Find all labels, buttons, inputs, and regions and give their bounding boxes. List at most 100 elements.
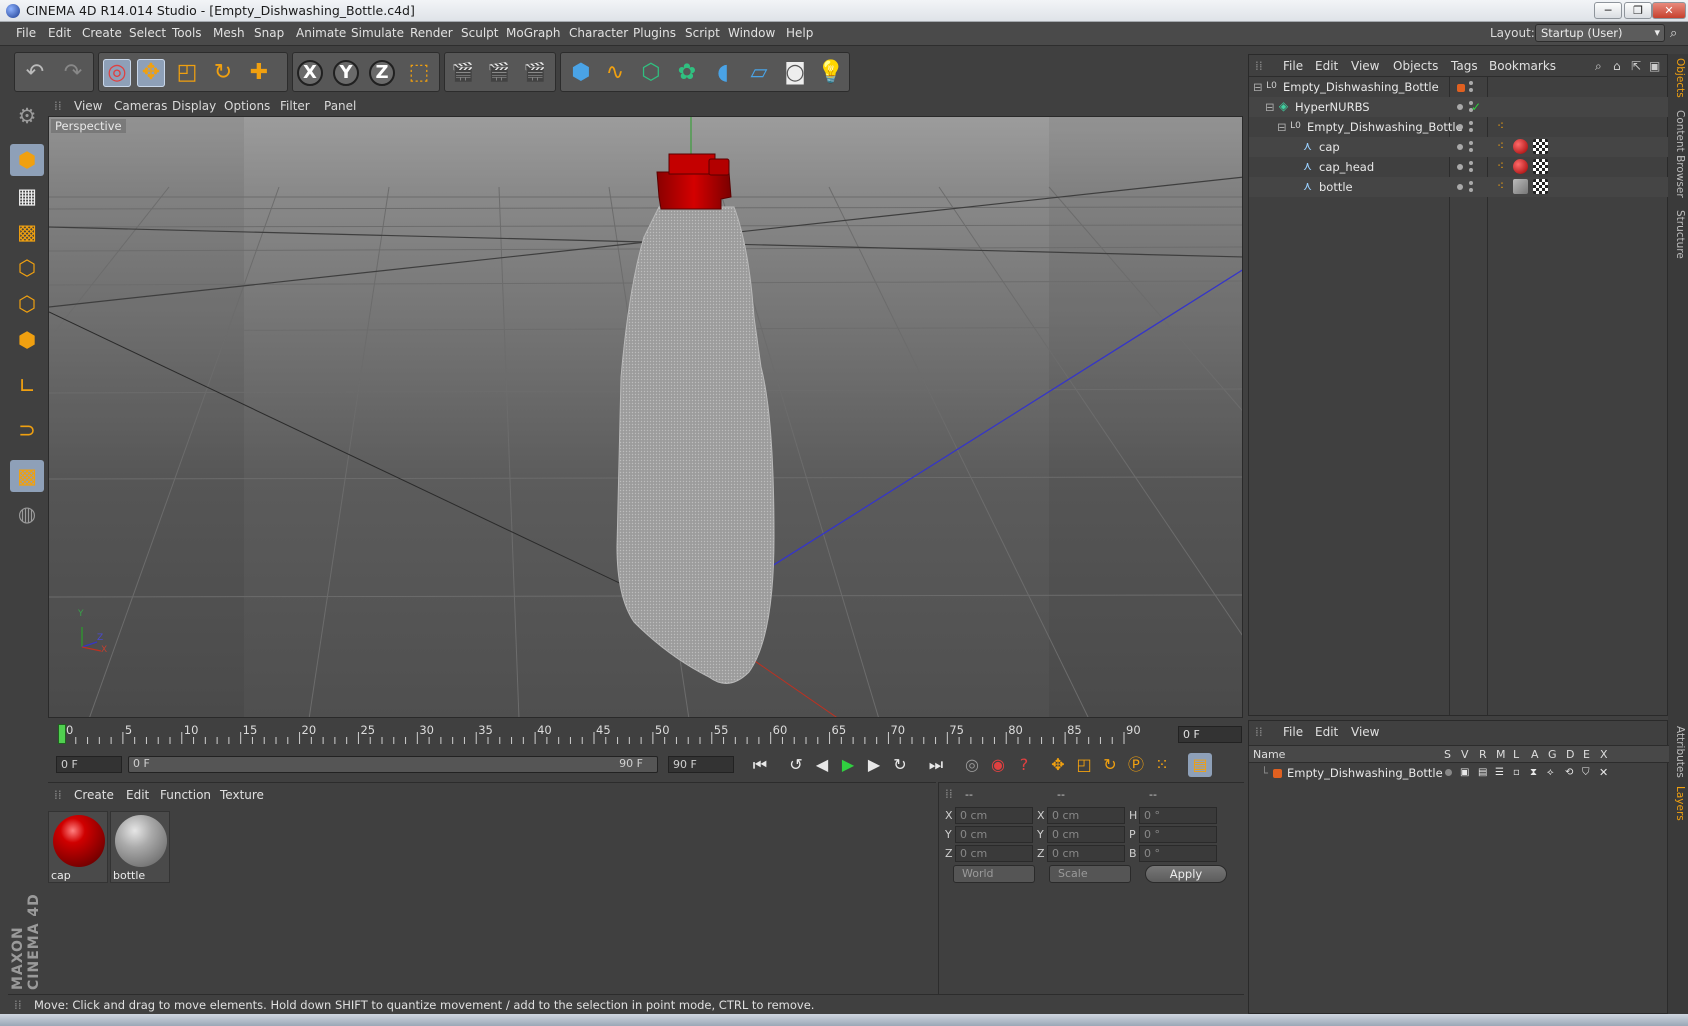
current-frame-field[interactable]: 0 F bbox=[1178, 726, 1242, 743]
rotation-b-field[interactable]: 0 ° bbox=[1139, 845, 1217, 862]
render-visibility-dot[interactable] bbox=[1469, 188, 1473, 192]
move-tool-icon[interactable]: ✥ bbox=[137, 59, 165, 87]
menu-simulate[interactable]: Simulate bbox=[351, 26, 404, 40]
previous-frame-icon[interactable]: ◀ bbox=[810, 753, 834, 777]
menu-character[interactable]: Character bbox=[569, 26, 628, 40]
perspective-viewport[interactable]: Y Z X Perspective bbox=[48, 116, 1243, 718]
timeline-icon[interactable]: ▤ bbox=[1188, 753, 1212, 777]
visibility-dots[interactable] bbox=[1457, 181, 1477, 193]
menu-select[interactable]: Select bbox=[129, 26, 166, 40]
object-row-root[interactable]: ⊟ L0 Empty_Dishwashing_Bottle bbox=[1249, 77, 1669, 97]
tab-layers[interactable]: Layers bbox=[1670, 786, 1686, 821]
object-search-icon[interactable]: ⌕ bbox=[1595, 59, 1602, 74]
layer-xref-icon[interactable]: ✕ bbox=[1599, 763, 1608, 783]
nurbs-icon[interactable]: ⬡ bbox=[637, 59, 665, 87]
workplane-icon[interactable]: ▩ bbox=[10, 216, 44, 248]
layer-animation-icon[interactable]: ⧗ bbox=[1530, 763, 1537, 783]
object-menu-objects[interactable]: Objects bbox=[1393, 59, 1438, 73]
phong-tag-icon[interactable]: ⁖ bbox=[1493, 139, 1508, 154]
cube-object-icon[interactable]: ⬢ bbox=[567, 59, 595, 87]
frame-range-slider[interactable]: 0 F 90 F bbox=[128, 756, 658, 773]
light-icon[interactable]: 💡 bbox=[817, 59, 845, 87]
layer-menu-file[interactable]: File bbox=[1283, 725, 1303, 739]
size-z-field[interactable]: 0 cm bbox=[1047, 845, 1125, 862]
layer-menu-edit[interactable]: Edit bbox=[1315, 725, 1338, 739]
play-icon[interactable]: ▶ bbox=[836, 753, 860, 777]
go-to-end-icon[interactable]: ⏭ bbox=[924, 753, 948, 777]
menu-script[interactable]: Script bbox=[685, 26, 720, 40]
render-visibility-dot[interactable] bbox=[1469, 148, 1473, 152]
editor-visibility-dot[interactable] bbox=[1469, 81, 1473, 85]
menu-render[interactable]: Render bbox=[410, 26, 453, 40]
render-visibility-dot[interactable] bbox=[1469, 128, 1473, 132]
collapse-toggle-icon[interactable]: ⊟ bbox=[1253, 77, 1263, 97]
material-tag-bottle-icon[interactable] bbox=[1513, 179, 1528, 194]
position-y-field[interactable]: 0 cm bbox=[955, 826, 1033, 843]
tab-structure[interactable]: Structure bbox=[1670, 210, 1686, 259]
layer-render-icon[interactable]: ▤ bbox=[1478, 763, 1487, 783]
mograph-cloner-icon[interactable]: ✿ bbox=[673, 59, 701, 87]
uvw-tag-icon[interactable] bbox=[1533, 139, 1548, 154]
layer-deformers-icon[interactable]: ⟲ bbox=[1565, 763, 1573, 783]
polygons-mode-icon[interactable]: ⬢ bbox=[10, 324, 44, 356]
key-position-icon[interactable]: ✥ bbox=[1046, 753, 1070, 777]
editor-visibility-dot[interactable] bbox=[1469, 161, 1473, 165]
playhead-marker[interactable] bbox=[58, 724, 66, 744]
editor-visibility-dot[interactable] bbox=[1469, 121, 1473, 125]
visibility-dots[interactable] bbox=[1457, 81, 1477, 93]
material-menu-create[interactable]: Create bbox=[74, 788, 114, 802]
previous-key-icon[interactable]: ↺ bbox=[784, 753, 808, 777]
timeline-ruler[interactable]: 0 5 10 15 20 25 30 35 40 45 50 55 60 65 70 75 80 85 90 0 F bbox=[48, 722, 1244, 746]
viewport-menu-cameras[interactable]: Cameras bbox=[114, 99, 167, 113]
material-swatch-cap[interactable]: cap bbox=[48, 811, 108, 883]
model-mode-icon[interactable]: ⬢ bbox=[10, 144, 44, 176]
render-visibility-dot[interactable] bbox=[1469, 88, 1473, 92]
collapse-toggle-icon[interactable]: ⊟ bbox=[1277, 117, 1287, 137]
spline-icon[interactable]: ∿ bbox=[601, 59, 629, 87]
key-rotation-icon[interactable]: ↻ bbox=[1098, 753, 1122, 777]
redo-icon[interactable]: ↷ bbox=[59, 59, 87, 87]
tab-content-browser[interactable]: Content Browser bbox=[1670, 110, 1686, 198]
render-settings-icon[interactable]: 🎬 bbox=[521, 59, 549, 87]
material-tag-cap-icon[interactable] bbox=[1513, 159, 1528, 174]
collapse-toggle-icon[interactable]: ⊟ bbox=[1265, 97, 1275, 117]
y-axis-lock-icon[interactable]: Y bbox=[333, 60, 359, 86]
object-level-up-icon[interactable]: ⇱ bbox=[1631, 59, 1641, 73]
object-menu-edit[interactable]: Edit bbox=[1315, 59, 1338, 73]
menu-help[interactable]: Help bbox=[786, 26, 813, 40]
uvw-tag-icon[interactable] bbox=[1533, 179, 1548, 194]
coordinate-system-icon[interactable]: ⬚ bbox=[405, 59, 433, 87]
object-home-icon[interactable]: ⌂ bbox=[1613, 59, 1621, 73]
texture-mode-icon[interactable]: ▦ bbox=[10, 180, 44, 212]
scale-tool-icon[interactable]: ◰ bbox=[173, 59, 201, 87]
menu-tools[interactable]: Tools bbox=[172, 26, 202, 40]
editor-visibility-dot[interactable] bbox=[1469, 141, 1473, 145]
layer-solo-icon[interactable] bbox=[1445, 769, 1452, 776]
object-menu-bookmarks[interactable]: Bookmarks bbox=[1489, 59, 1556, 73]
object-row-bottle[interactable]: ⋏ bottle ⁖ bbox=[1249, 177, 1669, 197]
position-z-field[interactable]: 0 cm bbox=[955, 845, 1033, 862]
menu-sculpt[interactable]: Sculpt bbox=[461, 26, 498, 40]
uvw-tag-icon[interactable] bbox=[1533, 159, 1548, 174]
coordinate-space-dropdown[interactable]: World bbox=[953, 865, 1035, 883]
visibility-dots[interactable] bbox=[1457, 141, 1477, 153]
menu-snap[interactable]: Snap bbox=[254, 26, 284, 40]
make-editable-icon[interactable]: ⚙ bbox=[10, 100, 44, 132]
material-tag-cap-icon[interactable] bbox=[1513, 139, 1528, 154]
phong-tag-icon[interactable]: ⁖ bbox=[1493, 119, 1508, 134]
layer-menu-view[interactable]: View bbox=[1351, 725, 1379, 739]
locked-workplane-icon[interactable]: ▩ bbox=[10, 460, 44, 492]
viewport-menu-panel[interactable]: Panel bbox=[324, 99, 356, 113]
layer-manager-icon[interactable]: ☰ bbox=[1495, 763, 1504, 783]
camera-icon[interactable]: ◙ bbox=[781, 59, 809, 87]
key-pla-icon[interactable]: ⁙ bbox=[1150, 753, 1174, 777]
material-menu-edit[interactable]: Edit bbox=[126, 788, 149, 802]
end-frame-field[interactable]: 90 F bbox=[668, 756, 734, 773]
start-frame-field[interactable]: 0 F bbox=[56, 756, 122, 773]
render-visibility-dot[interactable] bbox=[1469, 168, 1473, 172]
object-row-cap-head[interactable]: ⋏ cap_head ⁖ bbox=[1249, 157, 1669, 177]
key-scale-icon[interactable]: ◰ bbox=[1072, 753, 1096, 777]
z-axis-lock-icon[interactable]: Z bbox=[369, 60, 395, 86]
object-menu-file[interactable]: File bbox=[1283, 59, 1303, 73]
menu-window[interactable]: Window bbox=[728, 26, 775, 40]
